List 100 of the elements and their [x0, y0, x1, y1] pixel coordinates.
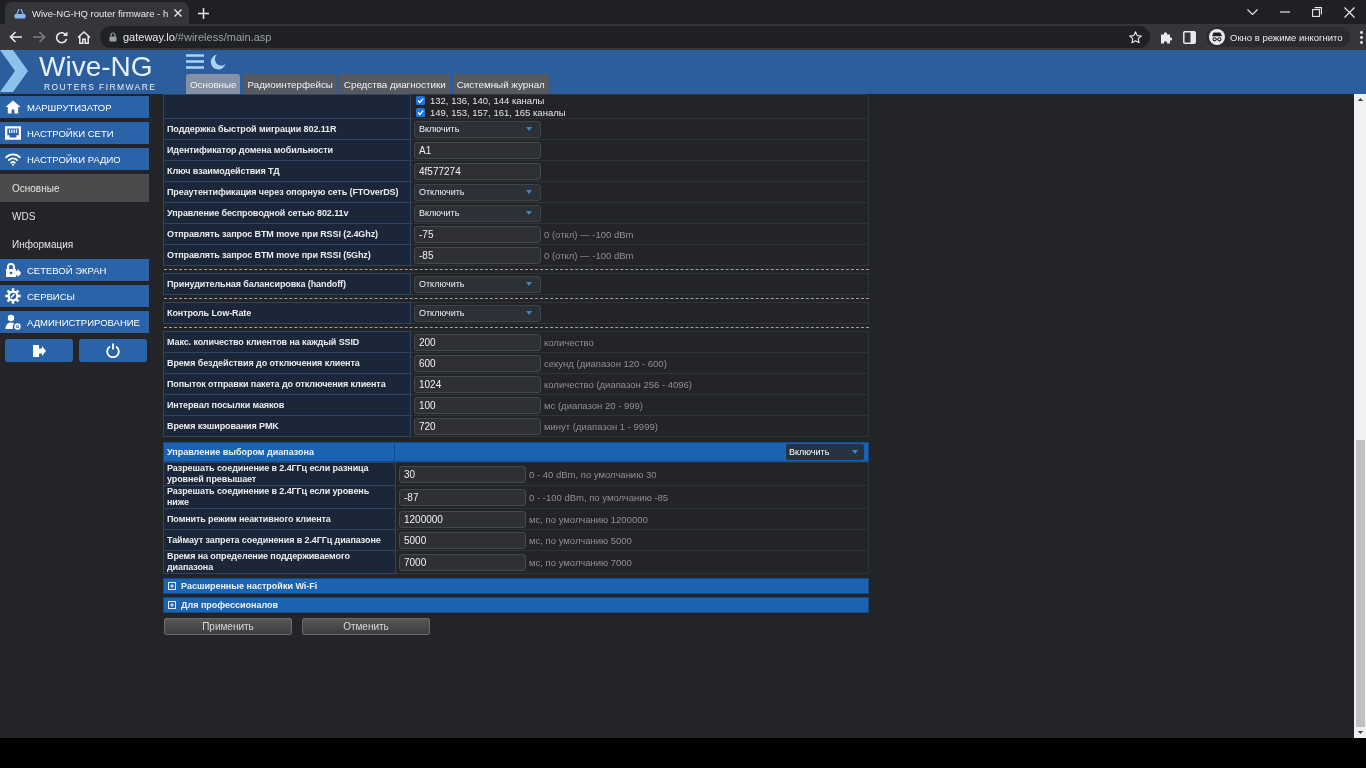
nav-tab[interactable]: Системный журнал [452, 74, 549, 94]
setting-label: Помнить режим неактивного клиента [163, 508, 396, 530]
menu-icon[interactable] [186, 54, 204, 69]
forward-arrow-icon[interactable] [32, 31, 46, 43]
sidebar-menu-item[interactable]: НАСТРОЙКИ СЕТИ [0, 122, 149, 144]
channel-label: 132, 136, 140, 144 каналы [430, 95, 545, 107]
text-field[interactable]: 30 [399, 465, 526, 483]
dropdown[interactable]: Отключить [414, 304, 541, 322]
form-button[interactable]: Отменить [302, 618, 430, 635]
text-field[interactable]: -75 [414, 225, 541, 243]
hint-text: количество (диапазон 256 - 4096) [544, 378, 692, 390]
setting-label: Время кэширования PMK [163, 415, 411, 437]
setting-label: Поддержка быстрой миграции 802.11R [163, 118, 411, 140]
hint-text: минут (диапазон 1 - 9999) [544, 420, 658, 432]
setting-label: Отправлять запрос BTM move при RSSI (5Ghz) [163, 244, 411, 266]
text-field[interactable]: 200 [414, 333, 541, 351]
nav-tab[interactable]: Средства диагностики [339, 74, 450, 94]
router-favicon-icon [14, 7, 26, 19]
sidebar-menu-item[interactable]: НАСТРОЙКИ РАДИО [0, 148, 149, 170]
menu-dots-icon[interactable] [1359, 30, 1363, 44]
caret-down-icon [526, 190, 532, 194]
hint-text: 0 (откл) — -100 dBm [544, 249, 634, 261]
wifi-icon [5, 152, 21, 166]
setting-label: Контроль Low-Rate [163, 302, 411, 324]
collapsible-section[interactable]: Для профессионалов [163, 597, 869, 613]
lock-icon [5, 262, 21, 278]
setting-label: Отправлять запрос BTM move при RSSI (2.4Ghz) [163, 223, 411, 245]
hint-text: секунд (диапазон 120 - 600) [544, 357, 667, 369]
restore-icon[interactable] [1312, 7, 1322, 17]
dropdown[interactable]: Отключить [414, 275, 541, 293]
dropdown[interactable]: Включить [414, 120, 541, 138]
text-field[interactable]: 4f577274 [414, 162, 541, 180]
back-arrow-icon[interactable] [9, 31, 23, 43]
hint-text: 0 - 40 dBm, по умолчанию 30 [529, 468, 657, 480]
hint-text: мс, по умолчанию 1200000 [529, 513, 648, 525]
checkbox[interactable] [416, 107, 425, 117]
chevron-down-icon[interactable] [1247, 9, 1258, 15]
home-icon [5, 100, 21, 114]
scrollbar[interactable] [1354, 94, 1366, 738]
setting-label: Разрешать соединение в 2.4ГГц если уровень ниже [163, 485, 396, 509]
hint-text: мс, по умолчанию 5000 [529, 534, 632, 546]
text-field[interactable]: 1200000 [399, 510, 526, 528]
hint-text: 0 - -100 dBm, по умолчанию -85 [529, 491, 669, 503]
setting-label: Время бездействия до отключения клиента [163, 352, 411, 374]
sidebar-menu-item[interactable]: СЕРВИСЫ [0, 285, 149, 307]
sidebar-menu-item[interactable]: СЕТЕВОЙ ЭКРАН [0, 259, 149, 281]
hint-text: мс, по умолчанию 7000 [529, 556, 632, 568]
chevron-logo-icon [0, 50, 28, 92]
text-field[interactable]: 720 [414, 417, 541, 435]
sidebar-subitem[interactable]: WDS [0, 202, 149, 230]
puzzle-icon[interactable] [1160, 30, 1173, 44]
text-field[interactable]: -85 [414, 246, 541, 264]
address-bar[interactable]: gateway.lo/#wireless/main.asp [100, 26, 1150, 48]
collapsible-section[interactable]: Расширенные настройки Wi-Fi [163, 578, 869, 594]
reload-icon[interactable] [55, 30, 68, 44]
caret-down-icon [526, 211, 532, 215]
dropdown[interactable]: Отключить [414, 183, 541, 201]
dropdown[interactable]: Включить [786, 444, 864, 460]
power-button[interactable] [79, 339, 147, 362]
dropdown[interactable]: Включить [414, 204, 541, 222]
close-icon[interactable] [174, 9, 183, 17]
logout-button[interactable] [5, 339, 73, 362]
nav-tab[interactable]: Радиоинтерфейсы [243, 74, 337, 94]
hint-text: количество [544, 336, 594, 348]
setting-label: Идентификатор домена мобильности [163, 139, 411, 161]
text-field[interactable]: 600 [414, 354, 541, 372]
close-icon[interactable] [1344, 6, 1355, 18]
form-button[interactable]: Применить [164, 618, 292, 635]
sidebar-menu-item[interactable]: МАРШРУТИЗАТОР [0, 96, 149, 118]
caret-down-icon [852, 450, 858, 454]
setting-label: Принудительная балансировка (handoff) [163, 273, 411, 295]
setting-label: Время на определение поддерживаемого диапазона [163, 550, 396, 574]
scrollbar-thumb[interactable] [1355, 440, 1365, 727]
ethernet-port-icon [5, 126, 21, 140]
star-icon[interactable] [1129, 30, 1142, 44]
incognito-profile-button[interactable]: Окно в режиме инкогнито [1206, 27, 1350, 47]
setting-label: Попыток отправки пакета до отключения клиента [163, 373, 411, 395]
channel-label: 149, 153, 157, 161, 165 каналы [430, 106, 566, 118]
hint-text: 0 (откл) — -100 dBm [544, 228, 634, 240]
caret-down-icon [526, 311, 532, 315]
hint-text: мс (диапазон 20 - 999) [544, 399, 643, 411]
caret-down-icon [526, 282, 532, 286]
text-field[interactable]: 5000 [399, 531, 526, 549]
text-field[interactable]: 7000 [399, 553, 526, 571]
text-field[interactable]: A1 [414, 141, 541, 159]
side-panel-icon[interactable] [1183, 30, 1196, 44]
sidebar-menu-item[interactable]: АДМИНИСТРИРОВАНИЕ [0, 311, 149, 333]
gear-icon [5, 288, 21, 304]
browser-tab[interactable]: Wive-NG-HQ router firmware - h [5, 2, 190, 24]
setting-label: Интервал посылки маяков [163, 394, 411, 416]
text-field[interactable]: 100 [414, 396, 541, 414]
home-icon[interactable] [77, 30, 91, 44]
lock-icon [109, 32, 117, 42]
sidebar-subitem[interactable]: Информация [0, 230, 149, 258]
plus-icon[interactable] [198, 8, 210, 19]
checkbox[interactable] [416, 96, 425, 106]
text-field[interactable]: 1024 [414, 375, 541, 393]
sidebar-subitem[interactable]: Основные [0, 174, 149, 202]
moon-icon[interactable] [210, 54, 226, 70]
text-field[interactable]: -87 [399, 488, 526, 506]
